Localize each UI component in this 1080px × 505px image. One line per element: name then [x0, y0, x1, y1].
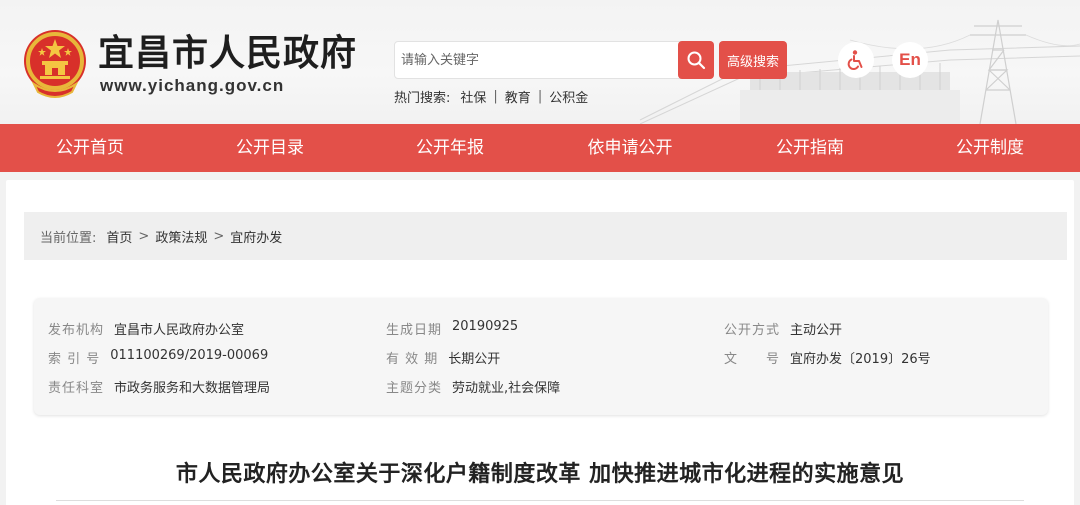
meta-created-date: 生成日期 20190925	[386, 319, 518, 338]
breadcrumb-separator: >	[213, 228, 225, 244]
breadcrumb-item-policy[interactable]: 政策法规	[155, 227, 207, 246]
site-title[interactable]: 宜昌市人民政府	[98, 32, 357, 74]
meta-label: 发布机构	[48, 323, 105, 338]
hot-search-link[interactable]: 教育	[505, 87, 531, 106]
meta-value: 市政务服务和大数据管理局	[114, 381, 271, 396]
meta-responsible-office: 责任科室 市政务服务和大数据管理局	[48, 377, 270, 396]
meta-document-number: 文 号 宜府办发〔2019〕26号	[724, 348, 931, 367]
meta-value: 主动公开	[790, 323, 843, 338]
meta-label: 公开方式	[724, 323, 781, 338]
meta-value: 宜昌市人民政府办公室	[114, 323, 245, 338]
hot-search-link[interactable]: 社保	[460, 87, 486, 106]
main-content: 当前位置: 首页 > 政策法规 > 宜府办发 发布机构 宜昌市人民政府办公室 生…	[6, 180, 1074, 505]
nav-item-annual-report[interactable]: 公开年报	[360, 124, 540, 172]
breadcrumb-separator: >	[138, 228, 150, 244]
meta-label: 主题分类	[386, 381, 443, 396]
divider	[56, 500, 1024, 501]
nav-item-system[interactable]: 公开制度	[900, 124, 1080, 172]
nav-item-on-request[interactable]: 依申请公开	[540, 124, 720, 172]
hot-search-link[interactable]: 公积金	[549, 87, 588, 106]
meta-label: 文 号	[724, 352, 781, 367]
advanced-search-button[interactable]: 高级搜索	[719, 41, 787, 79]
nav-item-guide[interactable]: 公开指南	[720, 124, 900, 172]
nav-item-catalog[interactable]: 公开目录	[180, 124, 360, 172]
meta-label: 生成日期	[386, 323, 443, 338]
meta-disclosure-method: 公开方式 主动公开	[724, 319, 842, 338]
meta-value: 011100269/2019-00069	[110, 348, 269, 363]
main-nav: 公开首页 公开目录 公开年报 依申请公开 公开指南 公开制度	[0, 124, 1080, 172]
search-button[interactable]	[678, 41, 714, 79]
divider: |	[537, 89, 543, 104]
meta-value: 宜府办发〔2019〕26号	[790, 352, 931, 367]
english-version-button[interactable]: En	[892, 42, 928, 78]
search-input[interactable]	[401, 46, 671, 74]
meta-label: 有 效 期	[386, 352, 439, 367]
breadcrumb: 当前位置: 首页 > 政策法规 > 宜府办发	[24, 212, 1067, 260]
meta-value: 劳动就业,社会保障	[452, 381, 561, 396]
national-emblem-icon	[24, 30, 86, 98]
document-title: 市人民政府办公室关于深化户籍制度改革 加快推进城市化进程的实施意见	[175, 462, 905, 487]
meta-index-number: 索 引 号 011100269/2019-00069	[48, 348, 268, 367]
breadcrumb-label: 当前位置:	[40, 230, 97, 246]
accessibility-icon	[847, 50, 863, 70]
breadcrumb-item-home[interactable]: 首页	[106, 227, 132, 246]
nav-item-home[interactable]: 公开首页	[0, 124, 180, 172]
meta-label: 责任科室	[48, 381, 105, 396]
divider: |	[493, 89, 498, 104]
meta-value: 长期公开	[448, 352, 501, 367]
document-metadata-panel: 发布机构 宜昌市人民政府办公室 生成日期 20190925 公开方式 主动公开 …	[34, 298, 1048, 415]
site-url[interactable]: www.yichang.gov.cn	[100, 76, 284, 96]
search-box	[394, 41, 714, 79]
search-icon	[687, 51, 706, 70]
breadcrumb-item-category[interactable]: 宜府办发	[230, 227, 282, 246]
meta-validity: 有 效 期 长期公开	[386, 348, 500, 367]
meta-topic: 主题分类 劳动就业,社会保障	[386, 377, 560, 396]
site-header: 宜昌市人民政府 www.yichang.gov.cn 高级搜索 热门搜索: 社保…	[0, 0, 1080, 124]
meta-publisher: 发布机构 宜昌市人民政府办公室	[48, 319, 244, 338]
meta-label: 索 引 号	[48, 352, 101, 367]
meta-value: 20190925	[452, 319, 519, 334]
accessibility-button[interactable]	[838, 42, 874, 78]
hot-search-label: 热门搜索:	[394, 91, 451, 106]
hot-search: 热门搜索: 社保 | 教育 | 公积金	[394, 87, 588, 106]
